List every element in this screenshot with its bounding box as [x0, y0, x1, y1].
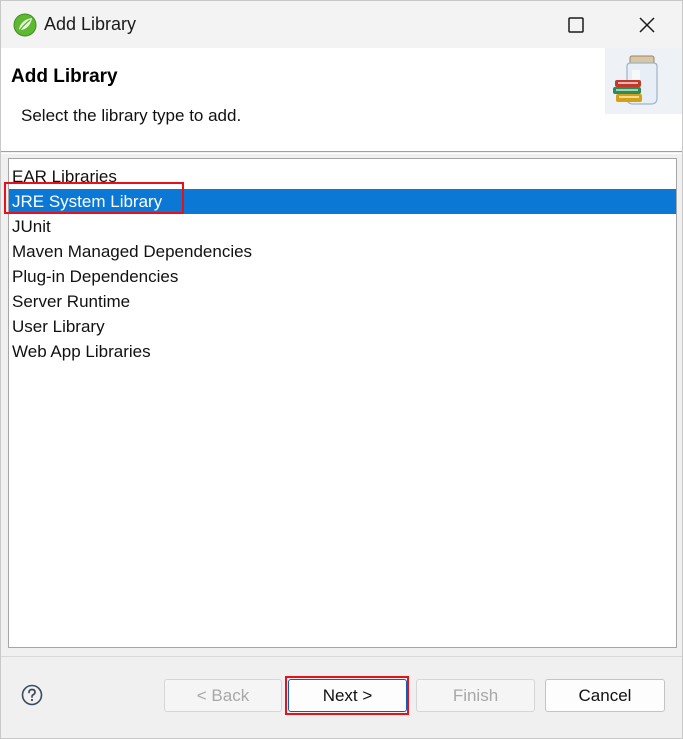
wizard-header: Add Library Select the library type to a… [1, 48, 682, 152]
window-title: Add Library [44, 14, 137, 34]
add-library-dialog: Add Library Add Library Select the libra… [0, 0, 683, 739]
cancel-button[interactable]: Cancel [545, 679, 665, 712]
help-icon[interactable] [21, 684, 43, 706]
finish-button[interactable]: Finish [416, 679, 535, 712]
footer-separator [1, 656, 682, 657]
list-item-maven-managed-dependencies[interactable]: Maven Managed Dependencies [9, 239, 676, 264]
list-item-junit[interactable]: JUnit [9, 214, 676, 239]
library-type-list[interactable]: EAR Libraries JRE System Library JUnit M… [8, 158, 677, 648]
close-button[interactable] [616, 1, 678, 48]
library-jar-icon [613, 55, 658, 105]
list-item-user-library[interactable]: User Library [9, 314, 676, 339]
list-item-web-app-libraries[interactable]: Web App Libraries [9, 339, 676, 364]
close-icon [639, 16, 655, 33]
list-item-plug-in-dependencies[interactable]: Plug-in Dependencies [9, 264, 676, 289]
maximize-button[interactable] [545, 1, 607, 48]
title-bar: Add Library [1, 1, 682, 48]
wizard-description: Select the library type to add. [21, 106, 242, 125]
list-item-ear-libraries[interactable]: EAR Libraries [9, 164, 676, 189]
wizard-title: Add Library [11, 66, 118, 87]
spring-leaf-icon [13, 13, 37, 37]
next-button[interactable]: Next > [288, 679, 407, 712]
back-button[interactable]: < Back [164, 679, 282, 712]
banner-image [605, 48, 682, 114]
maximize-icon [568, 16, 584, 33]
header-separator [1, 153, 682, 154]
list-item-jre-system-library[interactable]: JRE System Library [9, 189, 676, 214]
list-item-server-runtime[interactable]: Server Runtime [9, 289, 676, 314]
